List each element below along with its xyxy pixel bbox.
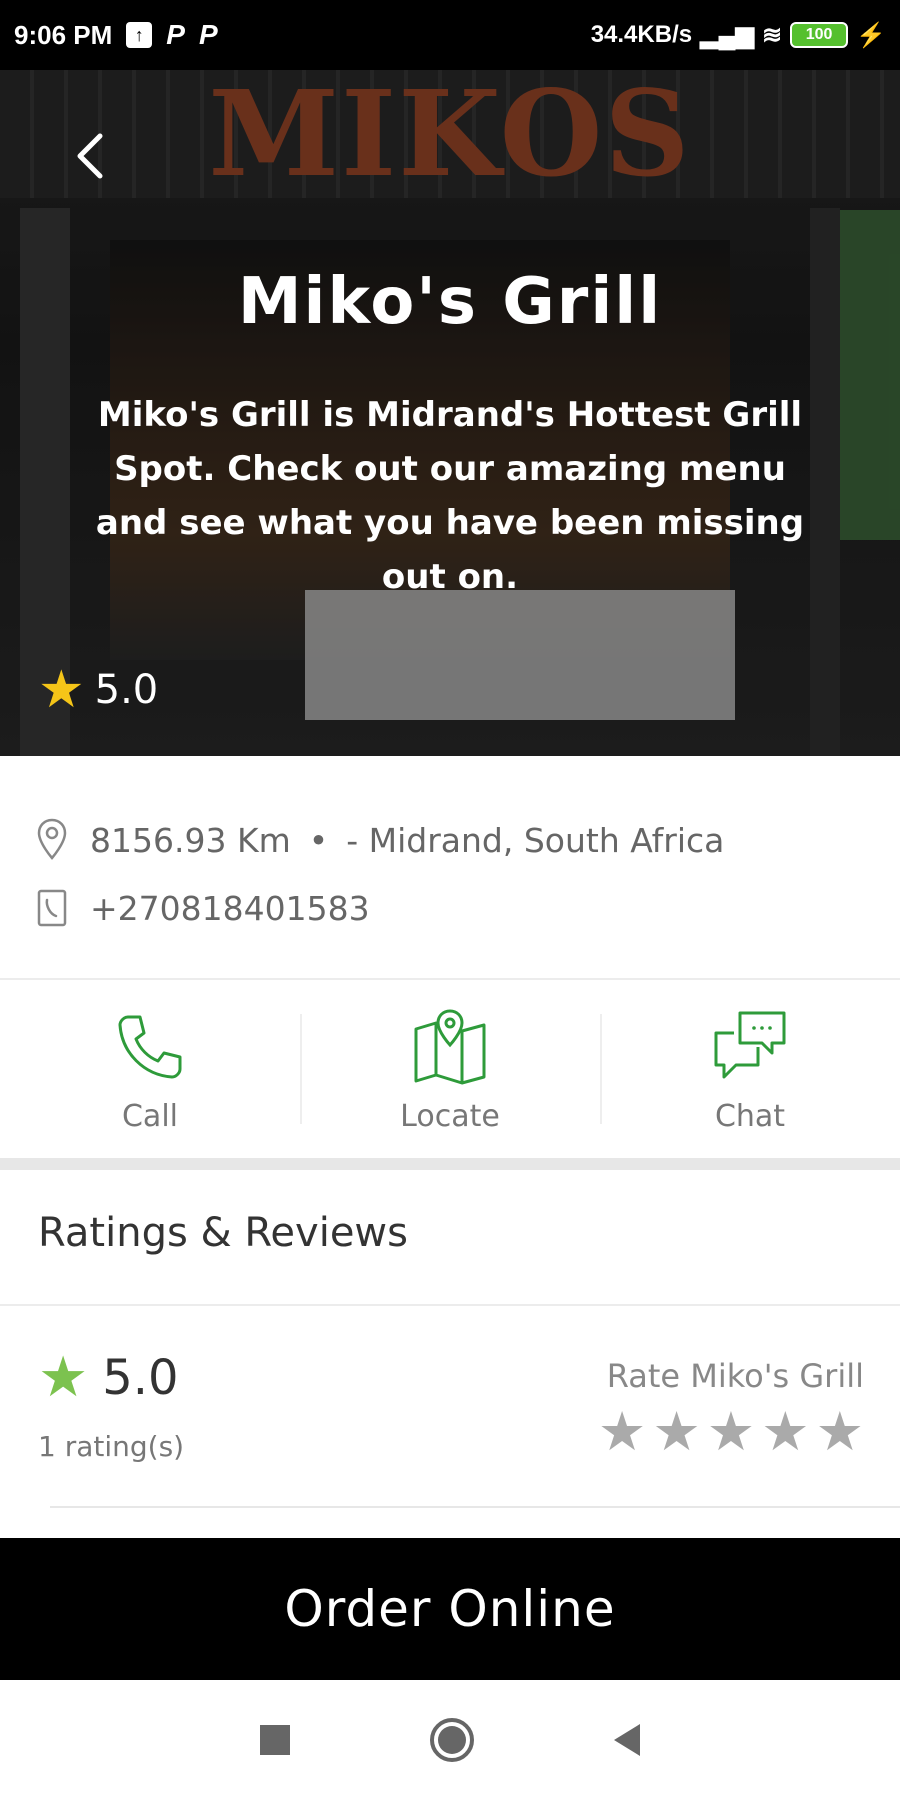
- rate-star-4-icon[interactable]: ★: [761, 1405, 809, 1459]
- chat-icon: [714, 1011, 786, 1078]
- rate-star-3-icon[interactable]: ★: [707, 1405, 755, 1459]
- status-time: 9:06 PM: [14, 19, 113, 50]
- distance-text: 8156.93 Km: [90, 820, 291, 860]
- phone-icon: [118, 1015, 182, 1078]
- action-separator: [300, 1014, 302, 1124]
- charging-icon: ⚡: [856, 21, 886, 49]
- locate-label: Locate: [400, 1098, 500, 1134]
- status-bar: 9:06 PM ↑ P P 34.4KB/s ▂▄▆ ≋ 100 ⚡: [0, 0, 900, 70]
- rate-label: Rate Miko's Grill: [606, 1357, 864, 1395]
- divider: [50, 1506, 900, 1508]
- chevron-left-icon: [77, 133, 103, 179]
- rate-stars: ★ ★ ★ ★ ★: [598, 1405, 864, 1459]
- section-divider: [0, 1158, 900, 1170]
- phone-small-icon: [37, 889, 67, 927]
- separator-dot: •: [308, 820, 329, 860]
- rating-count: 1 rating(s): [38, 1430, 185, 1463]
- chat-button[interactable]: Chat: [600, 980, 900, 1160]
- parking-icon: P: [198, 19, 218, 50]
- location-row: 8156.93 Km • - Midrand, South Africa: [36, 818, 724, 862]
- system-nav-bar: [0, 1680, 900, 1800]
- rate-star-2-icon[interactable]: ★: [652, 1405, 700, 1459]
- phone-text: +270818401583: [90, 888, 370, 928]
- rate-star-5-icon[interactable]: ★: [816, 1405, 864, 1459]
- divider: [0, 1304, 900, 1306]
- star-icon: ★: [38, 1345, 89, 1410]
- back-button[interactable]: [70, 126, 130, 186]
- battery-icon: 100: [790, 22, 849, 48]
- location-text: - Midrand, South Africa: [346, 820, 725, 860]
- restaurant-title: Miko's Grill: [237, 265, 663, 339]
- home-icon[interactable]: [430, 1718, 474, 1762]
- order-online-button[interactable]: Order Online: [0, 1538, 900, 1680]
- status-bar-right: 34.4KB/s ▂▄▆ ≋ 100 ⚡: [591, 21, 886, 50]
- locate-button[interactable]: Locate: [300, 980, 600, 1160]
- upload-icon: ↑: [126, 22, 153, 48]
- call-button[interactable]: Call: [0, 980, 300, 1160]
- network-speed: 34.4KB/s: [590, 21, 693, 48]
- phone-row[interactable]: +270818401583: [36, 888, 370, 928]
- restaurant-info: 8156.93 Km • - Midrand, South Africa +2708…: [0, 788, 900, 978]
- chat-label: Chat: [714, 1098, 786, 1134]
- restaurant-description: Miko's Grill is Midrand's Hottest Grill …: [95, 395, 805, 597]
- ratings-header: Ratings & Reviews: [38, 1210, 408, 1256]
- rating-score: ★ 5.0: [38, 1345, 179, 1410]
- status-bar-left: 9:06 PM ↑ P P: [14, 19, 218, 51]
- rating-score-value: 5.0: [102, 1350, 179, 1406]
- location-pin-icon: [37, 818, 67, 860]
- hero-rating: ★ 5.0: [38, 664, 158, 716]
- recents-icon[interactable]: [260, 1725, 290, 1755]
- call-label: Call: [121, 1098, 178, 1134]
- wifi-icon: ≋: [762, 21, 783, 49]
- action-separator: [600, 1014, 602, 1124]
- parking-icon: P: [166, 19, 185, 50]
- back-triangle-icon[interactable]: [614, 1724, 640, 1756]
- rate-star-1-icon[interactable]: ★: [598, 1405, 646, 1459]
- signal-icon: ▂▄▆: [700, 21, 754, 49]
- action-row: Call Locate Chat: [0, 980, 900, 1160]
- star-icon: ★: [38, 660, 85, 720]
- map-pin-icon: [414, 1008, 486, 1084]
- hero-image: MIKOS Miko's Grill Miko's Grill is Midra…: [0, 70, 900, 756]
- hero-rating-value: 5.0: [94, 667, 159, 713]
